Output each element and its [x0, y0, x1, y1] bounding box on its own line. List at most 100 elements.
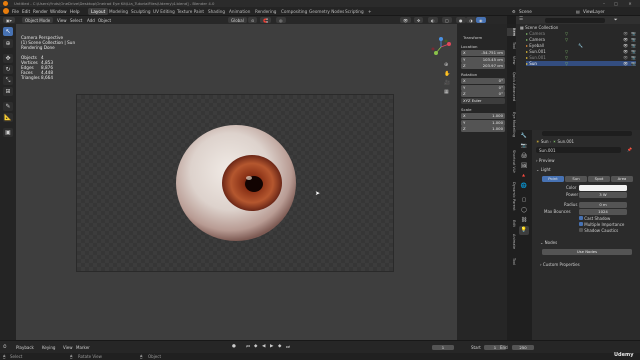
rotate-icon[interactable]: ↻: [3, 65, 13, 74]
snap-icon[interactable]: 🧲: [260, 16, 271, 23]
prev-key-icon[interactable]: ◆: [254, 344, 257, 349]
outliner-item[interactable]: ▸ Sun.001: [526, 55, 546, 60]
tab-dynamic-parent[interactable]: Dynamic Parent: [507, 182, 516, 211]
overlay-icon[interactable]: ◐: [428, 16, 438, 23]
rotation-mode-select[interactable]: XYZ Euler: [461, 98, 505, 104]
outliner-editor-icon[interactable]: ☰: [519, 17, 523, 22]
render-tab-icon[interactable]: 📷: [519, 142, 529, 151]
jump-end-icon[interactable]: ⏭: [286, 344, 290, 350]
view-layer-tab-icon[interactable]: 🖼: [519, 162, 529, 171]
shading-solid-icon[interactable]: ●: [456, 16, 466, 23]
scale-y-field[interactable]: Y 1.000: [461, 119, 505, 126]
data-tab-icon[interactable]: 💡: [519, 226, 529, 235]
tab-tool-2[interactable]: Tool: [507, 258, 516, 265]
power-field[interactable]: 3 W: [579, 192, 627, 198]
view-menu[interactable]: View: [63, 345, 73, 350]
tab-shortcut[interactable]: Shortcut VUr: [507, 150, 516, 173]
render-camera-icon[interactable]: 📷: [631, 37, 636, 42]
tab-animation[interactable]: Animation: [226, 8, 253, 15]
transform-icon[interactable]: ⊞: [3, 87, 13, 96]
select-box-icon[interactable]: ↖: [3, 27, 13, 36]
mode-select[interactable]: Object Mode: [22, 16, 54, 23]
visibility-eye-icon[interactable]: 👁: [623, 55, 628, 60]
world-tab-icon[interactable]: 🌐: [519, 182, 529, 191]
playback-menu[interactable]: Playback: [16, 345, 34, 350]
filter-icon[interactable]: ⏷: [614, 17, 618, 23]
object-menu[interactable]: Object: [95, 17, 114, 24]
visibility-eye-icon[interactable]: 👁: [623, 43, 628, 48]
tab-tool[interactable]: Tool: [507, 42, 516, 49]
object-tab-icon[interactable]: ▢: [519, 196, 529, 205]
radius-field[interactable]: 0 m: [579, 202, 627, 208]
output-tab-icon[interactable]: 🖨: [519, 152, 529, 161]
zoom-icon[interactable]: ⊕: [444, 62, 448, 68]
outliner-search-field[interactable]: [545, 17, 605, 23]
outliner-item[interactable]: ▸ Sun.001: [526, 49, 546, 54]
proportional-icon[interactable]: ◎: [276, 16, 286, 23]
physics-tab-icon[interactable]: ◯: [519, 206, 529, 215]
max-bounces-field[interactable]: 1024: [579, 209, 627, 215]
view-layer-name[interactable]: ViewLayer: [583, 9, 605, 14]
menu-render[interactable]: Render: [33, 9, 48, 14]
render-camera-icon[interactable]: 📷: [631, 49, 636, 54]
camera-view-icon[interactable]: 🎥: [444, 80, 450, 86]
render-camera-icon[interactable]: 📷: [631, 55, 636, 60]
visibility-eye-icon[interactable]: 👁: [623, 61, 628, 66]
scale-icon[interactable]: ⤡: [3, 76, 13, 85]
tab-texture-paint[interactable]: Texture Paint: [174, 8, 207, 15]
gizmo-icon[interactable]: ✥: [414, 16, 424, 23]
visibility-eye-icon[interactable]: 👁: [623, 31, 628, 36]
visibility-eye-icon[interactable]: 👁: [623, 49, 628, 54]
shadow-caustics-checkbox[interactable]: Shadow Caustics: [579, 228, 618, 233]
blender-menu-icon[interactable]: [3, 8, 9, 14]
outliner-item[interactable]: ▸ Sun: [526, 61, 636, 66]
maximize-button[interactable]: □: [612, 1, 620, 6]
marker-menu[interactable]: Marker: [76, 345, 90, 350]
menu-help[interactable]: Help: [70, 9, 80, 14]
shading-material-icon[interactable]: ◑: [466, 16, 476, 23]
properties-search-field[interactable]: [542, 131, 632, 136]
outliner-scene-collection[interactable]: ▦ Scene Collection: [520, 25, 558, 30]
light-type-spot[interactable]: Spot: [588, 176, 610, 182]
minimize-button[interactable]: –: [600, 1, 608, 6]
next-key-icon[interactable]: ◆: [278, 344, 281, 349]
menu-file[interactable]: File: [12, 9, 19, 14]
custom-properties-header[interactable]: › Custom Properties: [540, 262, 580, 267]
scene-tab-icon[interactable]: 🔺: [519, 172, 529, 181]
pan-icon[interactable]: ✋: [444, 71, 450, 77]
pin-icon[interactable]: 📌: [627, 147, 632, 152]
grid-icon[interactable]: ▦: [444, 89, 449, 95]
rotation-y-field[interactable]: Y 0°: [461, 84, 505, 91]
annotate-icon[interactable]: ✎: [3, 102, 13, 111]
cast-shadow-checkbox[interactable]: Cast Shadow: [579, 216, 610, 221]
render-camera-icon[interactable]: 📷: [631, 31, 636, 36]
scene-name[interactable]: Scene: [519, 9, 532, 14]
add-workspace-button[interactable]: +: [365, 8, 375, 15]
xray-icon[interactable]: ▢: [442, 16, 452, 23]
location-y-field[interactable]: Y 103.45 cm: [461, 56, 505, 63]
visibility-icon[interactable]: 👁: [400, 16, 412, 23]
outliner-item[interactable]: ▸ Camera: [526, 31, 545, 36]
tab-shading[interactable]: Shading: [205, 8, 228, 15]
tab-item[interactable]: Item: [507, 28, 516, 37]
light-panel-header[interactable]: ⌄ Light: [536, 167, 551, 172]
location-z-field[interactable]: Z 203.97 cm: [461, 63, 505, 69]
close-button[interactable]: ✕: [626, 1, 634, 6]
orientation-select[interactable]: Global: [228, 16, 247, 23]
outliner-item[interactable]: ▸ Eyeball: [526, 43, 544, 48]
use-nodes-button[interactable]: Use Nodes: [542, 249, 632, 255]
jump-start-icon[interactable]: ⏮: [246, 344, 250, 350]
keying-menu[interactable]: Keying: [42, 345, 55, 350]
play-icon[interactable]: ▶: [270, 344, 273, 349]
rotation-x-field[interactable]: X 0°: [461, 78, 505, 84]
nodes-panel-header[interactable]: ⌄ Nodes: [540, 240, 557, 245]
current-frame-field[interactable]: 1: [432, 344, 454, 350]
scale-x-field[interactable]: X 1.000: [461, 113, 505, 119]
tab-rendering[interactable]: Rendering: [252, 8, 279, 15]
tab-scripting[interactable]: Scripting: [342, 8, 367, 15]
render-camera-icon[interactable]: 📷: [631, 43, 636, 48]
scale-z-field[interactable]: Z 1.000: [461, 126, 505, 132]
render-camera-icon[interactable]: 📷: [631, 61, 636, 66]
location-x-field[interactable]: X -54.751 cm: [461, 50, 505, 56]
3d-viewport[interactable]: Camera Perspective (1) Scene Collection …: [16, 24, 457, 340]
